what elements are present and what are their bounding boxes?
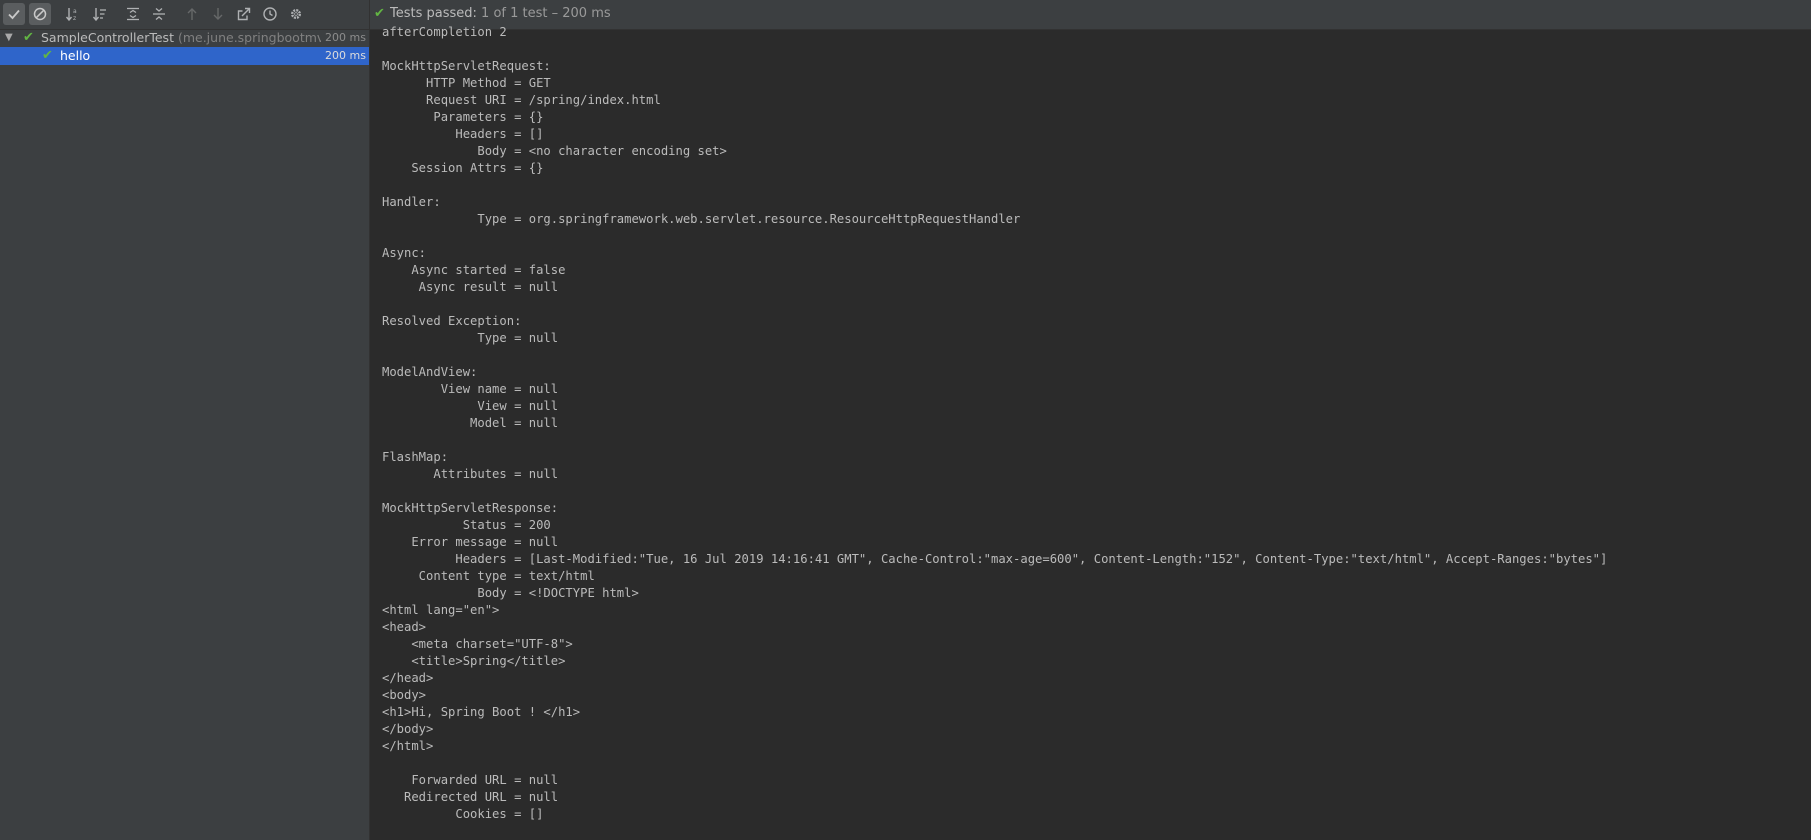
console-line: <h1>Hi, Spring Boot ! </h1>	[382, 705, 581, 719]
show-ignored-icon	[33, 7, 47, 21]
console-line: Status = 200	[382, 518, 551, 532]
test-name: hello	[60, 48, 91, 63]
console-line: <html lang="en">	[382, 603, 500, 617]
status-detail: 1 of 1 test	[481, 6, 548, 21]
gear-icon	[290, 8, 301, 19]
status-time: 200 ms	[562, 6, 611, 21]
test-runner-window: az ▼ ✔ SampleControllerTest (me.june.spr…	[0, 0, 1811, 840]
console-output[interactable]: afterCompletion 2 MockHttpServletRequest…	[382, 24, 1607, 823]
console-line: MockHttpServletRequest:	[382, 59, 551, 73]
tree-node-suite[interactable]: ▼ ✔ SampleControllerTest (me.june.spring…	[0, 29, 369, 47]
clock-icon	[263, 7, 277, 21]
console-line: Model = null	[382, 416, 559, 430]
show-passed-button[interactable]	[3, 3, 25, 25]
passed-check-icon: ✔	[23, 30, 34, 45]
console-line: Content type = text/html	[382, 569, 595, 583]
console-line: MockHttpServletResponse:	[382, 501, 559, 515]
sort-by-duration-button[interactable]	[89, 3, 111, 25]
collapse-all-icon	[153, 8, 165, 20]
test-tree: ▼ ✔ SampleControllerTest (me.june.spring…	[0, 29, 369, 65]
sort-alphabetically-icon: az	[65, 8, 77, 22]
console-line: FlashMap:	[382, 450, 449, 464]
console-line: Request URI = /spring/index.html	[382, 93, 661, 107]
tree-node-test[interactable]: ✔ hello 200 ms	[0, 47, 369, 65]
export-icon	[237, 7, 251, 21]
console-line: </html>	[382, 739, 434, 753]
console-line: Body = <!DOCTYPE html>	[382, 586, 639, 600]
console-line: Headers = [Last-Modified:"Tue, 16 Jul 20…	[382, 552, 1608, 566]
console-line: Attributes = null	[382, 467, 559, 481]
passed-check-icon: ✔	[42, 48, 53, 63]
console-line: </head>	[382, 671, 434, 685]
suite-name: SampleControllerTest	[41, 30, 174, 45]
console-line: </body>	[382, 722, 434, 736]
collapse-all-button[interactable]	[148, 3, 170, 25]
console-line: Cookies = []	[382, 807, 544, 821]
console-line: Type = org.springframework.web.servlet.r…	[382, 212, 1021, 226]
test-runner-toolbar: az	[0, 0, 369, 30]
console-line: Type = null	[382, 331, 559, 345]
next-failed-button[interactable]	[207, 3, 229, 25]
console-line: Error message = null	[382, 535, 559, 549]
console-line: Body = <no character encoding set>	[382, 144, 727, 158]
console-line: ModelAndView:	[382, 365, 478, 379]
sort-alphabetically-button[interactable]: az	[62, 3, 84, 25]
console-line: <meta charset="UTF-8">	[382, 637, 573, 651]
svg-text:a: a	[73, 8, 77, 15]
export-results-button[interactable]	[233, 3, 255, 25]
sort-by-duration-icon	[92, 8, 106, 22]
console-line: Redirected URL = null	[382, 790, 559, 804]
console-line: <head>	[382, 620, 427, 634]
console-line: Resolved Exception:	[382, 314, 522, 328]
svg-text:z: z	[73, 15, 76, 22]
console-panel: ✔ Tests passed: 1 of 1 test – 200 ms aft…	[370, 0, 1811, 840]
suite-package: (me.june.springbootmvc	[177, 30, 321, 45]
settings-button[interactable]	[285, 3, 307, 25]
test-history-button[interactable]	[259, 3, 281, 25]
console-line: Handler:	[382, 195, 441, 209]
arrow-down-icon	[213, 8, 223, 20]
show-ignored-button[interactable]	[29, 3, 51, 25]
console-line: <body>	[382, 688, 427, 702]
console-line: Forwarded URL = null	[382, 773, 559, 787]
console-line: Async:	[382, 246, 427, 260]
expand-arrow-icon[interactable]: ▼	[5, 29, 13, 47]
console-line: Session Attrs = {}	[382, 161, 544, 175]
arrow-up-icon	[187, 8, 197, 20]
status-label: Tests passed:	[390, 6, 477, 21]
console-line: HTTP Method = GET	[382, 76, 551, 90]
console-line: View name = null	[382, 382, 559, 396]
console-line: <title>Spring</title>	[382, 654, 566, 668]
console-line: Parameters = {}	[382, 110, 544, 124]
console-line: Async result = null	[382, 280, 559, 294]
status-separator: –	[551, 6, 559, 21]
expand-all-icon	[127, 7, 139, 21]
console-line: Headers = []	[382, 127, 544, 141]
suite-duration: 200 ms	[325, 31, 366, 44]
previous-failed-button[interactable]	[181, 3, 203, 25]
console-line: afterCompletion 2	[382, 25, 507, 39]
show-passed-icon	[8, 9, 20, 20]
expand-all-button[interactable]	[122, 3, 144, 25]
test-tree-panel: az ▼ ✔ SampleControllerTest (me.june.spr…	[0, 0, 370, 840]
console-line: View = null	[382, 399, 559, 413]
test-duration: 200 ms	[325, 49, 366, 62]
console-line: Async started = false	[382, 263, 566, 277]
